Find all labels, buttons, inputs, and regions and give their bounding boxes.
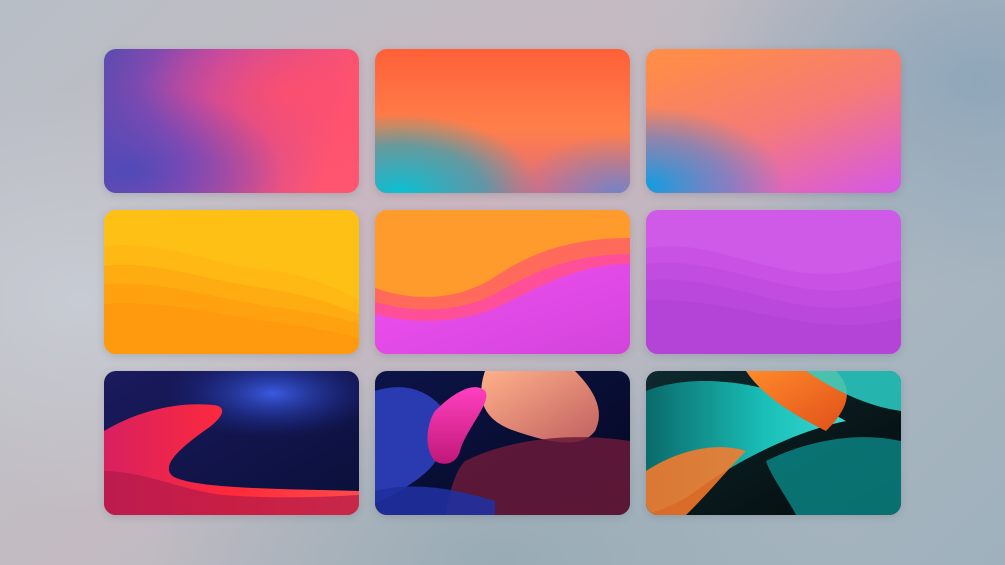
wallpaper-thumbnail-orange-magenta[interactable] (646, 49, 901, 193)
wallpaper-art (104, 210, 359, 354)
wallpaper-thumbnail-navy-red[interactable] (104, 371, 359, 515)
wallpaper-art (375, 49, 630, 193)
wallpaper-thumbnail-orange-teal[interactable] (375, 49, 630, 193)
wallpaper-art (104, 371, 359, 515)
wallpaper-thumbnail-teal-orange[interactable] (646, 371, 901, 515)
wallpaper-art (104, 49, 359, 193)
wallpaper-art (646, 210, 901, 354)
wallpaper-thumbnail-purple-pink[interactable] (104, 49, 359, 193)
wallpaper-art (375, 210, 630, 354)
wallpaper-thumbnail-purple-waves[interactable] (646, 210, 901, 354)
wallpaper-art (375, 371, 630, 515)
wallpaper-thumbnail-orange-magenta-waves[interactable] (375, 210, 630, 354)
wallpaper-gallery (0, 0, 1005, 565)
wallpaper-thumbnail-yellow-waves[interactable] (104, 210, 359, 354)
wallpaper-art (646, 371, 901, 515)
wallpaper-art (646, 49, 901, 193)
wallpaper-thumbnail-navy-pink[interactable] (375, 371, 630, 515)
